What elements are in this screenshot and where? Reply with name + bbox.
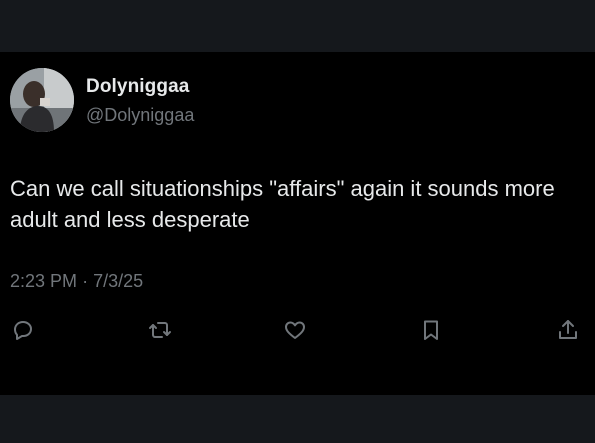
heart-icon (285, 321, 305, 339)
like-button[interactable] (282, 317, 308, 343)
retweet-icon (149, 322, 171, 338)
meta-separator: · (82, 271, 89, 291)
avatar[interactable] (10, 68, 74, 132)
reply-button[interactable] (10, 317, 36, 343)
tweet-date: 7/3/25 (93, 271, 144, 291)
retweet-button[interactable] (147, 317, 173, 343)
bottom-band (0, 395, 595, 443)
tweet-card[interactable]: Dolyniggaa @Dolyniggaa Can we call situa… (0, 52, 595, 395)
share-button[interactable] (555, 317, 581, 343)
user-handle[interactable]: @Dolyniggaa (86, 105, 194, 126)
tweet-timestamp[interactable]: 2:23 PM · 7/3/25 (10, 271, 143, 292)
tweet-text: Can we call situationships "affairs" aga… (10, 176, 555, 232)
top-band (0, 0, 595, 52)
bookmark-icon (424, 320, 438, 340)
share-icon (559, 320, 577, 339)
tweet-time: 2:23 PM (10, 271, 78, 291)
bookmark-button[interactable] (418, 317, 444, 343)
display-name[interactable]: Dolyniggaa (86, 76, 189, 98)
action-bar (10, 317, 582, 343)
reply-icon (14, 321, 32, 340)
